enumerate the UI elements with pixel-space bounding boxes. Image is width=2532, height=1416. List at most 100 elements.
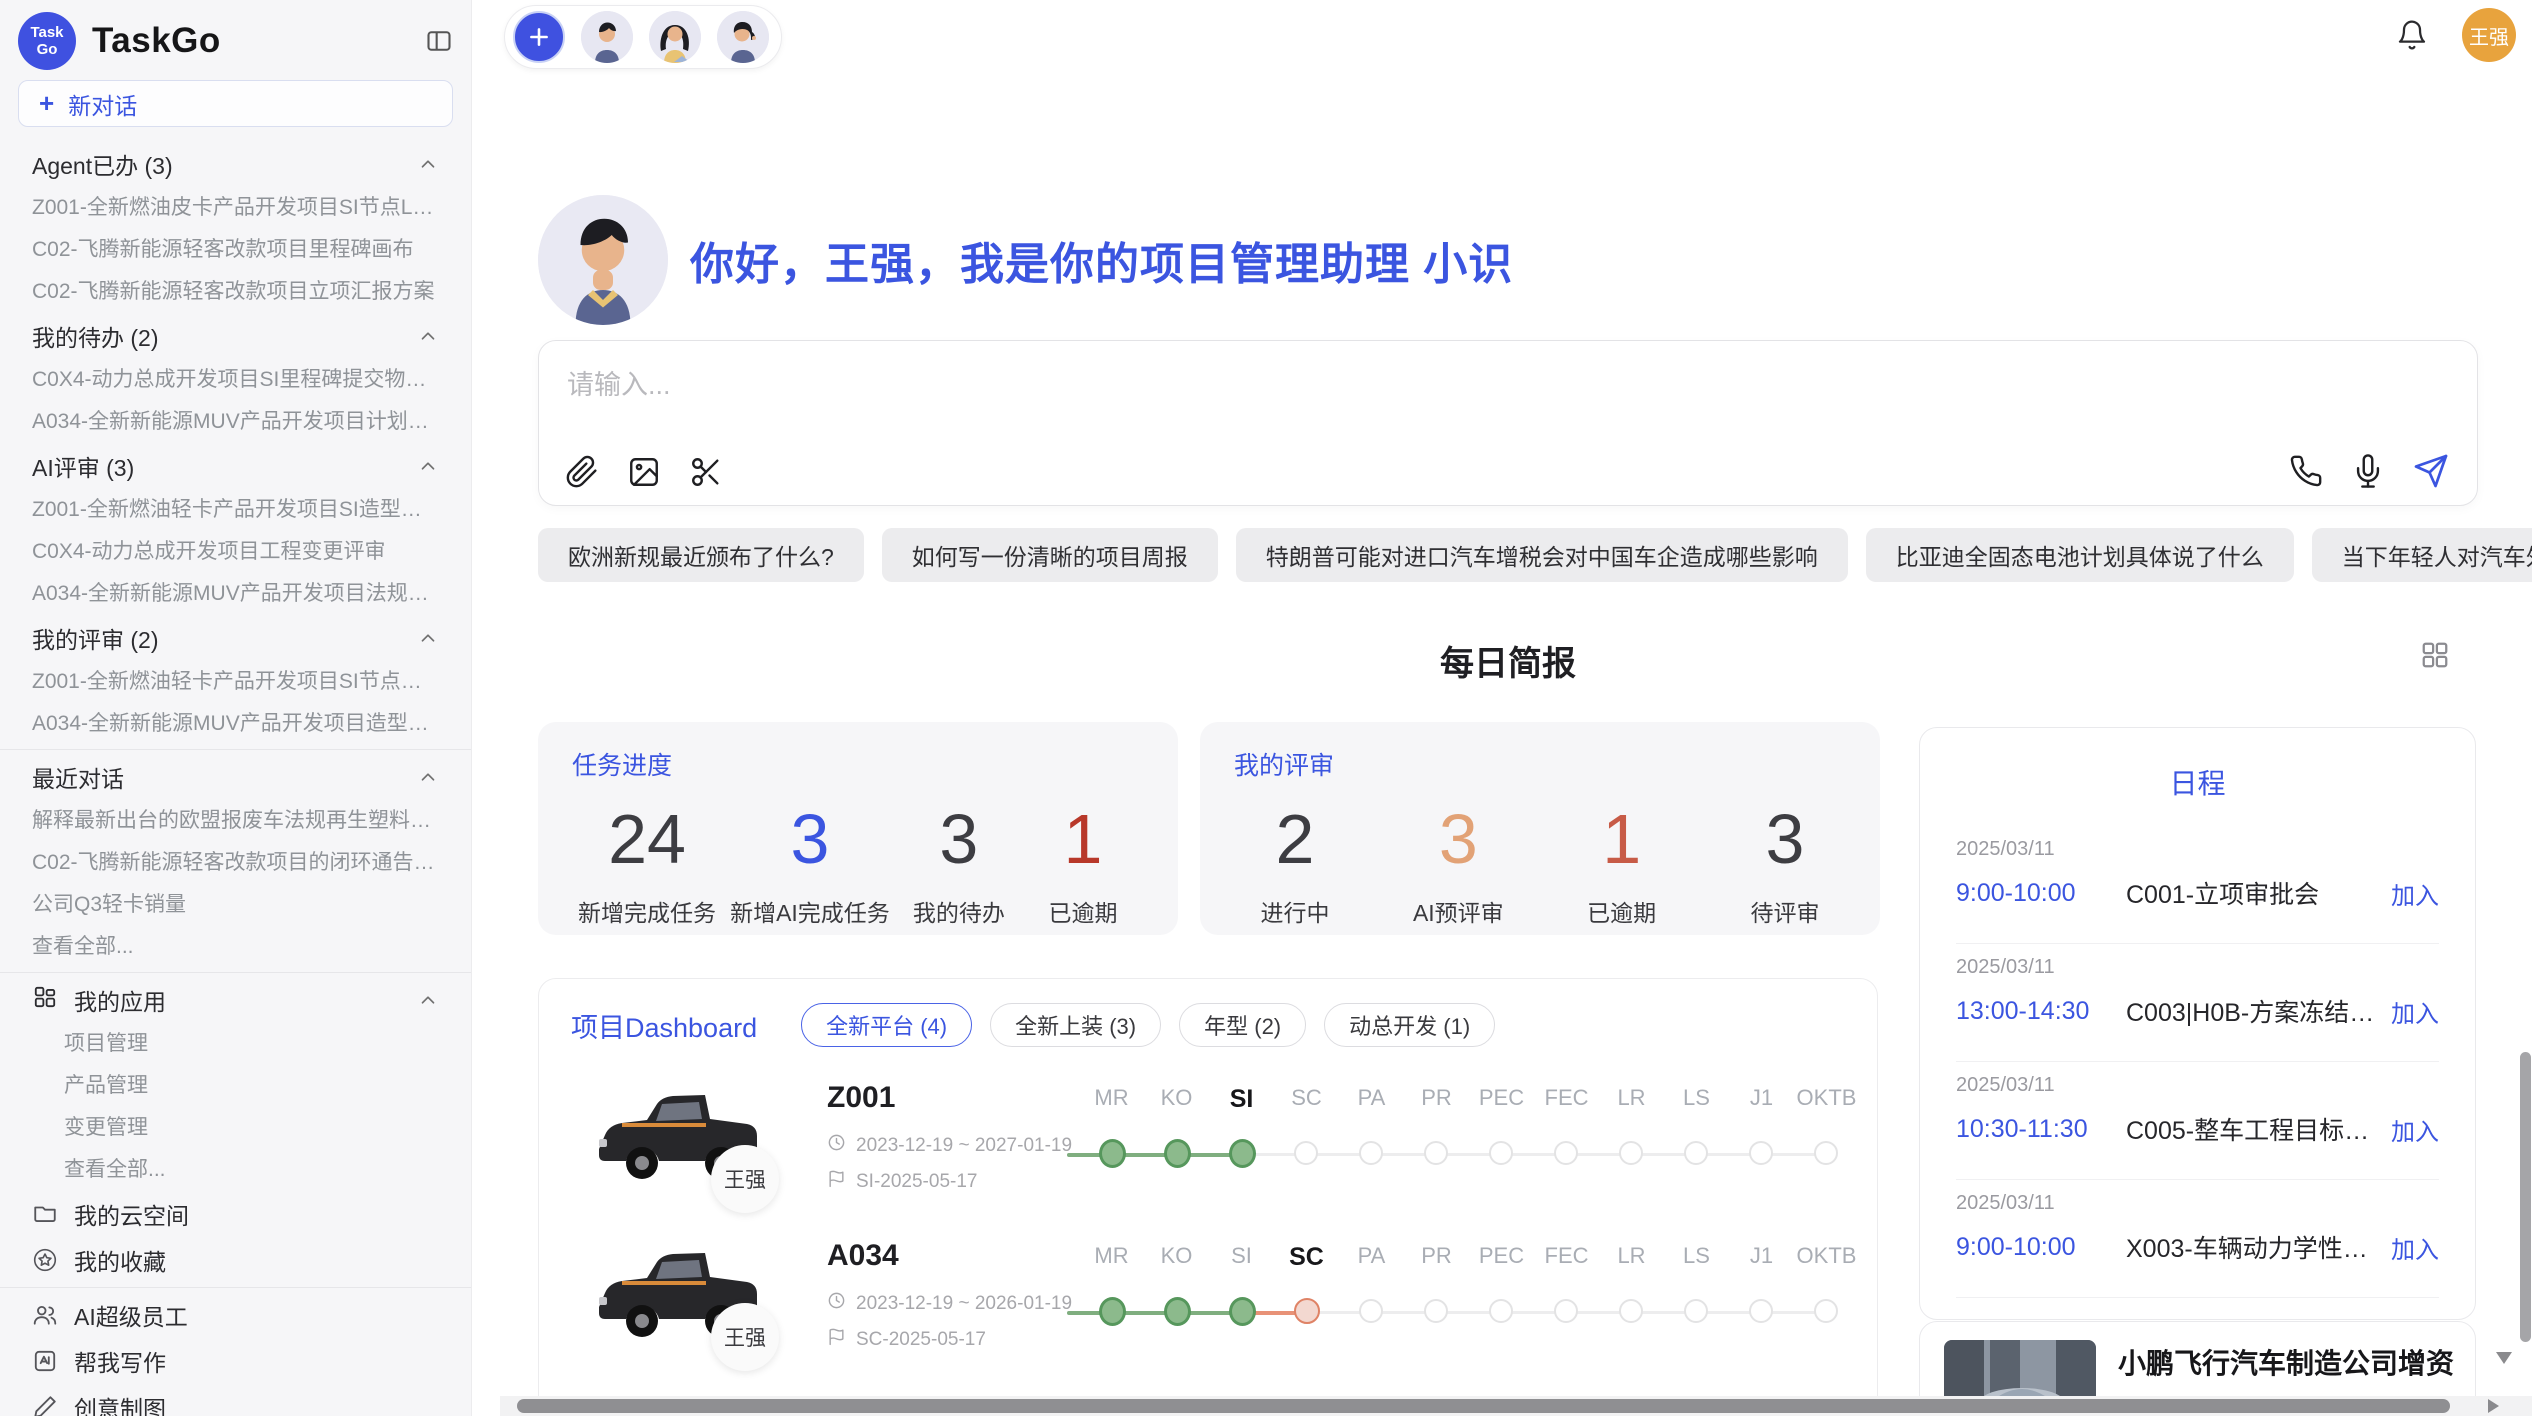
suggestion-chip[interactable]: 欧洲新规最近颁布了什么? <box>538 528 864 582</box>
project-dashboard-title: 项目Dashboard <box>571 1006 757 1045</box>
sidebar-my-apps-header[interactable]: 我的应用 <box>18 977 453 1023</box>
sidebar-task-item[interactable]: A034-全新新能源MUV产品开发项目法规符合性评审 <box>18 573 453 615</box>
project-row[interactable]: 王强A0342023-12-19 ~ 2026-01-19SC-2025-05-… <box>539 1227 1877 1385</box>
horizontal-scrollbar-thumb[interactable] <box>517 1399 2450 1413</box>
join-link[interactable]: 加入 <box>2391 1230 2439 1265</box>
briefing-layout-icon[interactable] <box>2420 640 2450 675</box>
view-all-conversations[interactable]: 查看全部... <box>18 926 453 968</box>
user-avatar[interactable]: 王强 <box>2462 8 2516 62</box>
horizontal-scrollbar-track[interactable] <box>500 1396 2532 1416</box>
project-code: Z001 <box>827 1081 895 1115</box>
stat-cell: 24新增完成任务 <box>578 798 716 928</box>
sidebar-task-item[interactable]: C0X4-动力总成开发项目工程变更评审 <box>18 531 453 573</box>
attachment-icon[interactable] <box>565 455 599 489</box>
milestone-label: J1 <box>1729 1243 1794 1272</box>
milestone-dot-pending <box>1749 1299 1773 1323</box>
sidebar-section-header[interactable]: AI评审 (3) <box>18 443 453 489</box>
sidebar-item-ai-staff[interactable]: AI超级员工 <box>18 1292 453 1338</box>
vertical-scrollbar-thumb[interactable] <box>2520 1052 2531 1342</box>
sidebar-item-creative-draw[interactable]: 创意制图 <box>18 1384 453 1416</box>
sidebar-task-item[interactable]: A034-全新新能源MUV产品开发项目计划变更表编写 <box>18 401 453 443</box>
sidebar-task-item[interactable]: Z001-全新燃油轻卡产品开发项目SI造型提交物评审 <box>18 489 453 531</box>
suggestion-chip[interactable]: 比亚迪全固态电池计划具体说了什么 <box>1866 528 2294 582</box>
milestone-dot-pending <box>1424 1299 1448 1323</box>
app-item[interactable]: 项目管理 <box>18 1023 453 1065</box>
milestone-label: LS <box>1664 1243 1729 1272</box>
app-item[interactable]: 产品管理 <box>18 1065 453 1107</box>
image-upload-icon[interactable] <box>627 455 661 489</box>
chevron-up-icon <box>417 325 439 347</box>
event-date: 2025/03/11 <box>1956 1074 2439 1097</box>
sidebar-item-cloud-space[interactable]: 我的云空间 <box>18 1191 453 1237</box>
sidebar-recent-header[interactable]: 最近对话 <box>18 754 453 800</box>
send-icon[interactable] <box>2413 453 2449 489</box>
voice-call-icon[interactable] <box>2289 454 2323 488</box>
suggestion-chip[interactable]: 如何写一份清晰的项目周报 <box>882 528 1218 582</box>
sidebar-section-header[interactable]: Agent已办 (3) <box>18 141 453 187</box>
stat-cells: 2进行中3AI预评审1已逾期3待评审 <box>1234 798 1846 928</box>
sidebar-section-header[interactable]: 我的评审 (2) <box>18 615 453 661</box>
scroll-down-arrow[interactable] <box>2496 1352 2512 1364</box>
view-all-apps[interactable]: 查看全部... <box>18 1149 453 1191</box>
schedule-list: 2025/03/119:00-10:00C001-立项审批会加入2025/03/… <box>1956 826 2439 1298</box>
milestone-dot-pending <box>1554 1299 1578 1323</box>
milestone-label: LR <box>1599 1085 1664 1114</box>
sidebar-task-item[interactable]: Z001-全新燃油皮卡产品开发项目SI节点Lesson Learn报告 <box>18 187 453 229</box>
suggestion-chip[interactable]: 特朗普可能对进口汽车增税会对中国车企造成哪些影响 <box>1236 528 1848 582</box>
screenshot-icon[interactable] <box>689 455 723 489</box>
agent-avatar-3[interactable] <box>717 11 769 63</box>
join-link[interactable]: 加入 <box>2391 876 2439 911</box>
notifications-bell-icon[interactable] <box>2396 19 2428 51</box>
milestone-labels: MRKOSISCPAPRPECFECLRLSJ1OKTB <box>1079 1085 1859 1114</box>
join-link[interactable]: 加入 <box>2391 994 2439 1029</box>
logo-text-bottom: Go <box>37 41 58 58</box>
sidebar-task-item[interactable]: A034-全新新能源MUV产品开发项目造型可行性评审 <box>18 703 453 745</box>
join-link[interactable]: 加入 <box>2391 1112 2439 1147</box>
composer <box>538 340 2478 506</box>
recent-conversation-item[interactable]: C02-飞腾新能源轻客改款项目的闭环通告反馈情况 <box>18 842 453 884</box>
recent-conversation-item[interactable]: 解释最新出台的欧盟报废车法规再生塑料比例被调至15%... <box>18 800 453 842</box>
sidebar-task-item[interactable]: C02-飞腾新能源轻客改款项目立项汇报方案 <box>18 271 453 313</box>
project-dates-text: 2023-12-19 ~ 2027-01-19 <box>856 1135 1072 1157</box>
microphone-icon[interactable] <box>2351 454 2385 488</box>
filter-pill[interactable]: 全新上装 (3) <box>990 1003 1161 1047</box>
app-window: Task Go TaskGo + 新对话 Agent已办 (3)Z001-全新燃… <box>0 0 2532 1416</box>
divider <box>0 749 471 750</box>
sidebar-item-write-helper[interactable]: 帮我写作 <box>18 1338 453 1384</box>
chevron-up-icon <box>417 766 439 788</box>
sidebar-section-header[interactable]: 我的待办 (2) <box>18 313 453 359</box>
sidebar-sections: Agent已办 (3)Z001-全新燃油皮卡产品开发项目SI节点Lesson L… <box>0 141 471 1416</box>
agent-avatar-1[interactable] <box>581 11 633 63</box>
new-chat-button[interactable]: + 新对话 <box>18 80 453 127</box>
sidebar-item-favorites[interactable]: 我的收藏 <box>18 1237 453 1283</box>
ai-staff-icon <box>32 1302 58 1328</box>
collapse-sidebar-icon[interactable] <box>425 27 453 55</box>
sidebar-task-item[interactable]: Z001-全新燃油轻卡产品开发项目SI节点属性5D文件评审 <box>18 661 453 703</box>
add-agent-button[interactable] <box>513 11 565 63</box>
quick-agent-bar <box>504 5 782 69</box>
recent-conversation-item[interactable]: 公司Q3轻卡销量 <box>18 884 453 926</box>
schedule-card: 日程 2025/03/119:00-10:00C001-立项审批会加入2025/… <box>1919 727 2476 1320</box>
filter-pill[interactable]: 年型 (2) <box>1179 1003 1306 1047</box>
event-date: 2025/03/11 <box>1956 838 2439 861</box>
chat-input[interactable] <box>567 363 1967 419</box>
sidebar-item-label: 我的收藏 <box>74 1243 166 1277</box>
cloud-space-icon <box>32 1201 58 1227</box>
scroll-right-arrow[interactable] <box>2488 1399 2499 1413</box>
app-logo: Task Go <box>18 12 76 70</box>
milestone-label: PR <box>1404 1085 1469 1114</box>
filter-pill[interactable]: 动总开发 (1) <box>1324 1003 1495 1047</box>
filter-pill[interactable]: 全新平台 (4) <box>801 1003 972 1047</box>
project-row[interactable]: 王强Z0012023-12-19 ~ 2027-01-19SI-2025-05-… <box>539 1069 1877 1227</box>
chevron-up-icon <box>417 989 439 1011</box>
milestone-label: OKTB <box>1794 1085 1859 1114</box>
sidebar-task-item[interactable]: C02-飞腾新能源轻客改款项目里程碑画布 <box>18 229 453 271</box>
clock-icon <box>827 1133 846 1158</box>
event-time: 9:00-10:00 <box>1956 879 2126 908</box>
app-item[interactable]: 变更管理 <box>18 1107 453 1149</box>
agent-avatar-2[interactable] <box>649 11 701 63</box>
stat-value: 3 <box>904 798 1014 880</box>
suggestion-chip[interactable]: 当下年轻人对汽车外观有怎样的喜好趋势 <box>2312 528 2532 582</box>
sidebar-task-item[interactable]: C0X4-动力总成开发项目SI里程碑提交物检查 <box>18 359 453 401</box>
milestone-track: MRKOSISCPAPRPECFECLRLSJ1OKTB <box>1079 1227 1859 1385</box>
